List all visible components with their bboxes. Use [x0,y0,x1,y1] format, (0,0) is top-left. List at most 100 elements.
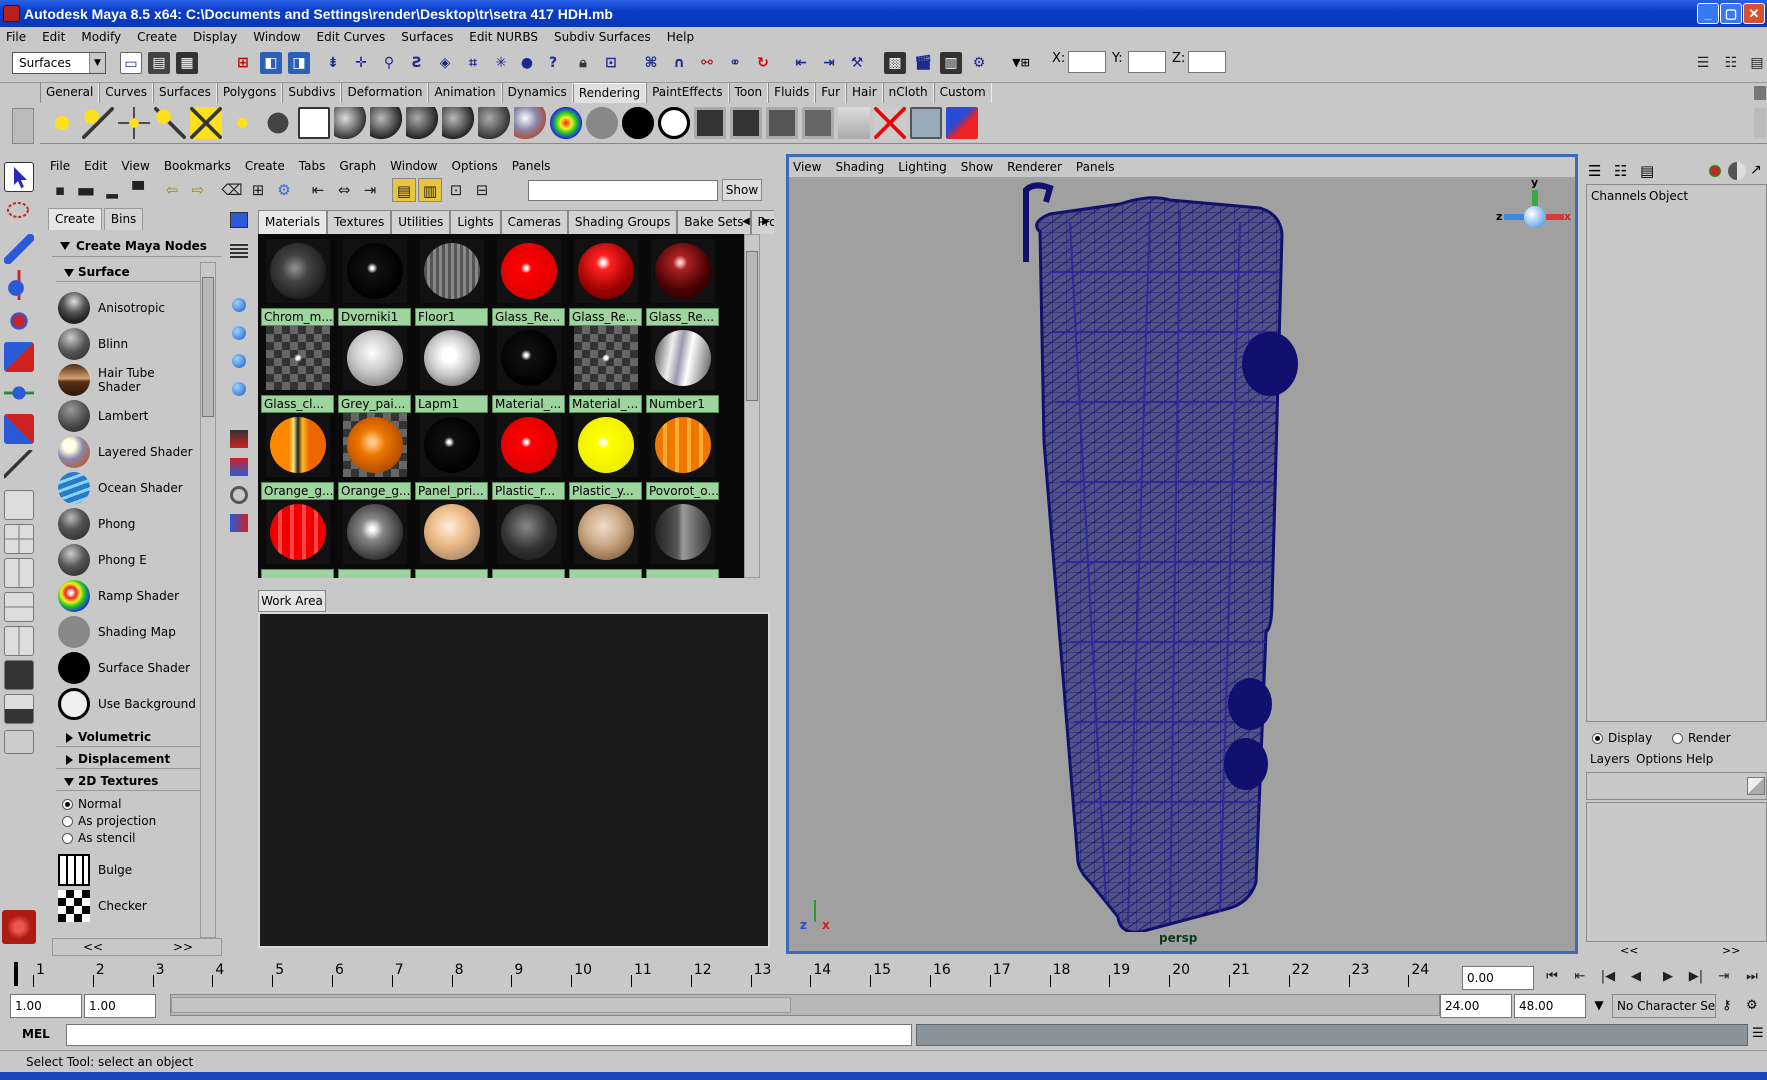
menu-create[interactable]: Create [137,30,177,44]
character-set-selector[interactable]: No Character Set [1612,994,1716,1018]
tab-bins[interactable]: Bins [103,208,144,230]
camera-icon[interactable] [262,107,294,139]
lock-icon[interactable]: 🔒︎ [572,52,594,74]
ik-handle-icon[interactable]: ✳ [490,52,512,74]
node-ocean-shader[interactable]: Ocean Shader [58,470,200,506]
material-swatch[interactable]: Orange_g... [260,410,335,502]
layout-graph-icon[interactable] [4,626,34,656]
lasso-tool-icon[interactable] [4,198,34,228]
material-swatch[interactable]: Glass_Re... [645,236,720,328]
chevron-down-icon[interactable]: ▼⊞ [1010,52,1032,74]
material-swatch[interactable] [491,497,566,578]
material-swatch[interactable]: Povorot_o... [645,410,720,502]
sort-by-time-icon[interactable] [232,354,246,368]
record-icon[interactable]: ↻ [752,52,774,74]
new-scene-icon[interactable]: ▭ [120,52,142,74]
material-swatch[interactable] [337,497,412,578]
ipr-render-icon[interactable]: ▥ [940,52,962,74]
move-tool-icon[interactable] [4,270,34,300]
area-light-icon[interactable] [190,107,222,139]
node-checker[interactable]: Checker [58,888,200,924]
layout-menu-icon[interactable] [4,730,34,754]
textures-2d-section-header[interactable]: 2D Textures [56,771,200,791]
hs-menu-edit[interactable]: Edit [84,159,107,173]
material-swatch[interactable]: Material_... [491,323,566,415]
tab-view-top-icon[interactable]: ▤ [392,178,416,202]
render-settings-icon[interactable]: ⚙ [968,52,990,74]
phong-ball-icon[interactable] [406,107,438,139]
show-button[interactable]: Show [722,179,762,201]
material-swatch[interactable]: Material_... [568,323,643,415]
menu-subdiv-surfaces[interactable]: Subdiv Surfaces [554,30,651,44]
tab-scroll-right-icon[interactable]: ▶ [756,212,776,232]
current-time-marker[interactable] [14,962,18,986]
material-swatch[interactable]: Glass_cl... [260,323,335,415]
input-ops-icon[interactable]: ⇤ [790,52,812,74]
tab-fur[interactable]: Fur [815,83,847,103]
input-connections-icon[interactable]: ⇤ [306,178,330,202]
close-button[interactable]: ✕ [1743,3,1765,24]
construction-icon[interactable]: ⚒ [846,52,868,74]
directional-light-icon[interactable] [82,107,114,139]
page-left-button[interactable]: << [83,939,103,955]
step-back-frame-icon[interactable]: |◀ [1596,966,1620,988]
point-light-icon[interactable] [118,107,150,139]
scroll-thumb[interactable] [202,277,214,417]
select-component-icon[interactable]: ◨ [288,52,310,74]
trash-icon[interactable] [1754,86,1766,100]
shading-map-ball-icon[interactable] [586,107,618,139]
snap-point-icon[interactable]: ⚲ [378,52,400,74]
radio-as-stencil[interactable]: As stencil [60,830,280,847]
minimize-button[interactable]: _ [1697,3,1719,24]
tab-general[interactable]: General [40,83,100,103]
pin-icon[interactable]: ⚭ [724,52,746,74]
universal-manipulator-icon[interactable] [4,378,34,408]
key-icon[interactable]: ⚷ [1722,998,1742,1016]
paint-brush-icon[interactable] [838,107,870,139]
render-current-icon[interactable]: 🎬︎ [912,52,934,74]
input-output-icon[interactable]: ⇔ [332,178,356,202]
tab-animation[interactable]: Animation [428,83,502,103]
menu-edit-nurbs[interactable]: Edit NURBS [469,30,538,44]
tool-settings-icon[interactable]: ▤ [1640,162,1660,180]
material-swatch[interactable]: Floor1 [414,236,489,328]
page-right-button[interactable]: >> [173,939,193,955]
anisotropic-ball-icon[interactable] [478,107,510,139]
node-layered-shader[interactable]: Layered Shader [58,434,200,470]
material-swatch[interactable]: Lapm1 [414,323,489,415]
phong-e-ball-icon[interactable] [442,107,474,139]
soft-mod-tool-icon[interactable] [4,414,34,444]
tab-deformation[interactable]: Deformation [341,83,429,103]
surface-section-header[interactable]: Surface [56,262,200,282]
create-maya-nodes-header[interactable]: Create Maya Nodes [52,235,222,257]
sort-reverse-order-icon[interactable] [230,514,248,532]
toggle-create-bar-icon[interactable]: ▪ [48,178,72,202]
use-background-ball-icon[interactable] [658,107,690,139]
bus-wireframe-model[interactable] [1010,182,1310,932]
view-cube-gizmo[interactable]: y z x [1496,176,1571,252]
sort-reverse-icon[interactable] [232,382,246,396]
magnet-icon[interactable]: ∩ [668,52,690,74]
channel-box[interactable]: Channels Object [1586,184,1767,722]
volumetric-section-header[interactable]: Volumetric [56,727,200,747]
menu-display[interactable]: Display [193,30,237,44]
construction-history-icon[interactable]: ⌘ [640,52,662,74]
tab-work-area[interactable]: Work Area [258,590,326,612]
current-time-field[interactable]: 0.00 [1462,966,1534,990]
layer-menu-layers[interactable]: Layers [1590,752,1630,766]
maya-help-icon[interactable] [2,910,36,944]
layer-list[interactable] [1586,802,1767,942]
rotate-tool-icon[interactable] [4,306,34,336]
tab-hair[interactable]: Hair [846,83,883,103]
sort-time-icon[interactable] [230,486,248,504]
shelf-menu-icon[interactable] [12,108,34,144]
sort-name-icon[interactable] [230,430,248,448]
tab-dynamics[interactable]: Dynamics [501,83,573,103]
tab-lights[interactable]: Lights [450,210,501,234]
x-field[interactable] [1068,51,1106,73]
rearrange-graph-icon[interactable]: ⊞ [246,178,270,202]
help-icon[interactable]: ? [542,52,564,74]
frame-selected-icon[interactable]: ⊟ [470,178,494,202]
scale-tool-icon[interactable] [4,342,34,372]
attribute-editor-toggle-icon[interactable]: ☰ [1692,52,1714,74]
